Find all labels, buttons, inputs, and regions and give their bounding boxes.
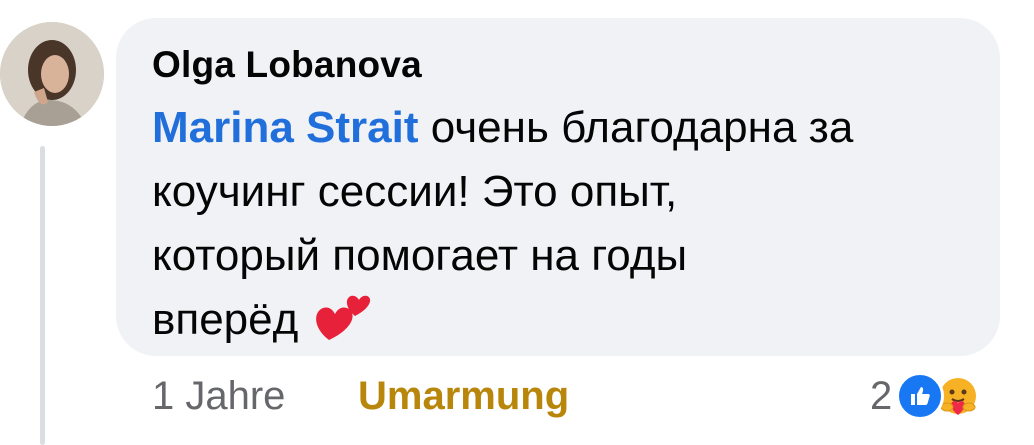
comment-text-line2: коучинг сессии! Это опыт,	[152, 167, 678, 216]
mention-link[interactable]: Marina Strait	[152, 103, 419, 152]
hug-reaction-button[interactable]: Umarmung	[358, 374, 569, 419]
comment-text-line1: очень благодарна за	[418, 103, 854, 152]
comment-timestamp[interactable]: 1 Jahre	[152, 374, 285, 419]
comment-text-line4: вперёд	[152, 295, 299, 344]
reaction-summary[interactable]: 2	[870, 368, 983, 424]
two-hearts-icon	[315, 290, 371, 360]
avatar[interactable]	[0, 22, 104, 126]
comment-author[interactable]: Olga Lobanova	[152, 44, 422, 86]
like-icon	[896, 372, 945, 420]
avatar-photo	[0, 22, 104, 126]
thread-line	[40, 146, 45, 445]
comment-text-line3: который помогает на годы	[152, 231, 688, 280]
reaction-count: 2	[870, 373, 893, 418]
comment-text: Marina Strait очень благодарна за коучин…	[152, 96, 972, 360]
